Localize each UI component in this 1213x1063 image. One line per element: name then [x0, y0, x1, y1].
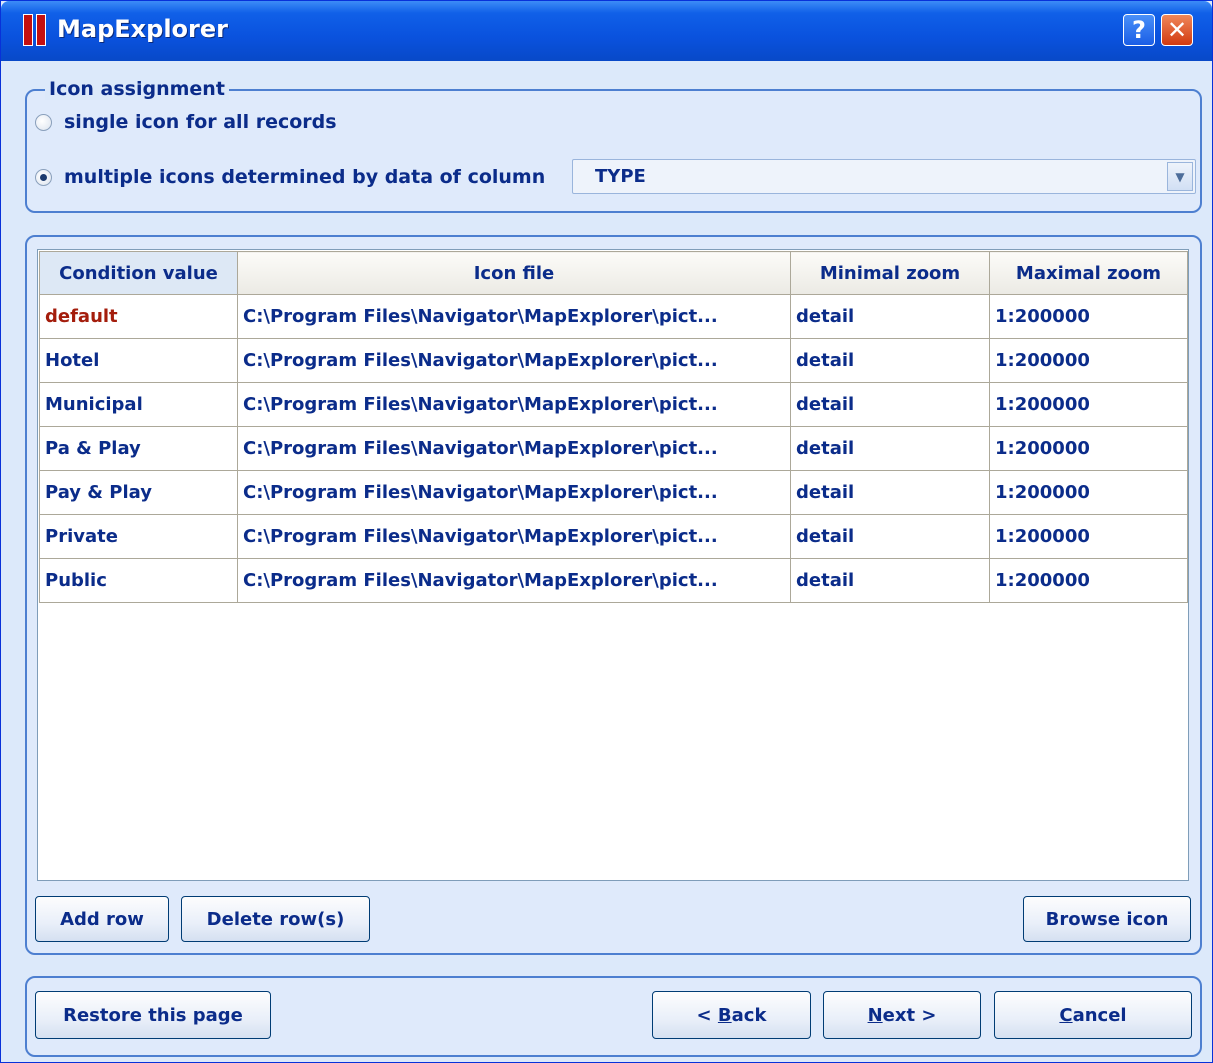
multiple-icons-option[interactable]: multiple icons determined by data of col…	[35, 166, 545, 188]
min-zoom-cell[interactable]: detail	[790, 426, 990, 471]
column-select-value: TYPE	[595, 166, 646, 187]
restore-page-button[interactable]: Restore this page	[35, 991, 271, 1039]
icon-file-cell[interactable]: C:\Program Files\Navigator\MapExplorer\p…	[237, 382, 791, 427]
app-logo-icon	[23, 14, 47, 46]
icon-file-cell[interactable]: C:\Program Files\Navigator\MapExplorer\p…	[237, 294, 791, 339]
icon-file-cell[interactable]: C:\Program Files\Navigator\MapExplorer\p…	[237, 338, 791, 383]
max-zoom-cell[interactable]: 1:200000	[989, 470, 1188, 515]
header-condition-value[interactable]: Condition value	[39, 251, 238, 295]
cancel-button[interactable]: Cancel	[994, 991, 1192, 1039]
next-mnemonic: N	[867, 1004, 883, 1026]
table-row[interactable]: default C:\Program Files\Navigator\MapEx…	[39, 294, 1188, 339]
close-button[interactable]: ✕	[1161, 14, 1193, 46]
icon-table[interactable]: Condition value Icon file Minimal zoom M…	[37, 249, 1189, 881]
title-bar[interactable]: MapExplorer ? ✕	[1, 1, 1212, 61]
back-mnemonic: B	[717, 1004, 732, 1026]
back-rest: ack	[731, 1004, 767, 1026]
min-zoom-cell[interactable]: detail	[790, 514, 990, 559]
window-title: MapExplorer	[57, 15, 228, 43]
icon-file-cell[interactable]: C:\Program Files\Navigator\MapExplorer\p…	[237, 514, 791, 559]
condition-cell[interactable]: default	[39, 294, 238, 339]
table-row[interactable]: Pay & Play C:\Program Files\Navigator\Ma…	[39, 470, 1188, 515]
multiple-icons-radio[interactable]	[35, 168, 52, 186]
max-zoom-cell[interactable]: 1:200000	[989, 294, 1188, 339]
condition-cell[interactable]: Pa & Play	[39, 426, 238, 471]
condition-cell[interactable]: Private	[39, 514, 238, 559]
min-zoom-cell[interactable]: detail	[790, 294, 990, 339]
table-row[interactable]: Private C:\Program Files\Navigator\MapEx…	[39, 514, 1188, 559]
table-row[interactable]: Municipal C:\Program Files\Navigator\Map…	[39, 382, 1188, 427]
next-button[interactable]: Next >	[823, 991, 981, 1039]
browse-icon-button[interactable]: Browse icon	[1023, 896, 1191, 942]
back-button[interactable]: < Back	[652, 991, 811, 1039]
cancel-mnemonic: C	[1059, 1004, 1073, 1026]
table-header-row: Condition value Icon file Minimal zoom M…	[39, 251, 1188, 295]
back-prefix: <	[696, 1004, 718, 1026]
cancel-rest: ancel	[1072, 1004, 1127, 1026]
icon-assignment-group: Icon assignment	[25, 78, 1202, 213]
min-zoom-cell[interactable]: detail	[790, 558, 990, 603]
icon-file-cell[interactable]: C:\Program Files\Navigator\MapExplorer\p…	[237, 470, 791, 515]
condition-cell[interactable]: Public	[39, 558, 238, 603]
max-zoom-cell[interactable]: 1:200000	[989, 382, 1188, 427]
delete-rows-button[interactable]: Delete row(s)	[181, 896, 370, 942]
header-icon-file[interactable]: Icon file	[237, 251, 791, 295]
header-minimal-zoom[interactable]: Minimal zoom	[790, 251, 990, 295]
icon-assignment-legend: Icon assignment	[45, 78, 229, 100]
single-icon-radio[interactable]	[35, 113, 52, 131]
column-select[interactable]: TYPE ▼	[572, 159, 1196, 194]
max-zoom-cell[interactable]: 1:200000	[989, 558, 1188, 603]
min-zoom-cell[interactable]: detail	[790, 338, 990, 383]
chevron-down-icon[interactable]: ▼	[1167, 162, 1193, 191]
next-rest: ext >	[882, 1004, 937, 1026]
min-zoom-cell[interactable]: detail	[790, 470, 990, 515]
max-zoom-cell[interactable]: 1:200000	[989, 514, 1188, 559]
icon-file-cell[interactable]: C:\Program Files\Navigator\MapExplorer\p…	[237, 558, 791, 603]
min-zoom-cell[interactable]: detail	[790, 382, 990, 427]
single-icon-option[interactable]: single icon for all records	[35, 111, 337, 133]
condition-cell[interactable]: Municipal	[39, 382, 238, 427]
condition-cell[interactable]: Hotel	[39, 338, 238, 383]
table-row[interactable]: Public C:\Program Files\Navigator\MapExp…	[39, 558, 1188, 603]
max-zoom-cell[interactable]: 1:200000	[989, 426, 1188, 471]
icon-file-cell[interactable]: C:\Program Files\Navigator\MapExplorer\p…	[237, 426, 791, 471]
single-icon-label: single icon for all records	[64, 111, 337, 133]
add-row-button[interactable]: Add row	[35, 896, 169, 942]
mapexplorer-window: MapExplorer ? ✕ Icon assignment single i…	[0, 0, 1213, 1063]
multiple-icons-label: multiple icons determined by data of col…	[64, 166, 546, 188]
max-zoom-cell[interactable]: 1:200000	[989, 338, 1188, 383]
help-button[interactable]: ?	[1123, 14, 1155, 46]
header-maximal-zoom[interactable]: Maximal zoom	[989, 251, 1188, 295]
table-row[interactable]: Pa & Play C:\Program Files\Navigator\Map…	[39, 426, 1188, 471]
table-row[interactable]: Hotel C:\Program Files\Navigator\MapExpl…	[39, 338, 1188, 383]
condition-cell[interactable]: Pay & Play	[39, 470, 238, 515]
